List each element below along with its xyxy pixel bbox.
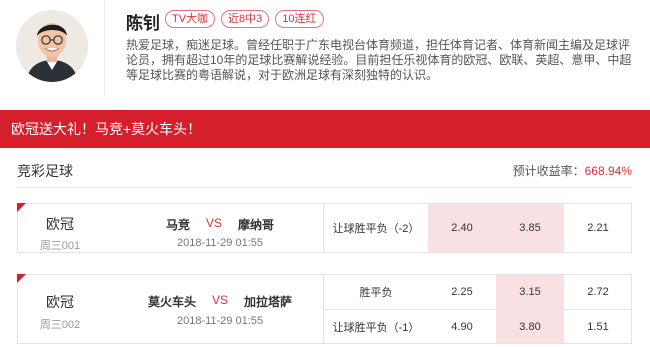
- odds-row: 让球胜平负（-1） 4.90 3.80 1.51: [324, 309, 632, 343]
- odds-row: 胜平负 2.25 3.15 2.72: [324, 275, 632, 309]
- vs-label: VS: [205, 216, 222, 230]
- odds-draw[interactable]: 3.80: [496, 310, 564, 343]
- section-title: 竞彩足球: [17, 163, 73, 179]
- home-team[interactable]: 马竞: [166, 216, 190, 233]
- avatar: [16, 10, 88, 82]
- play-type: 胜平负: [359, 287, 393, 299]
- corner-flag-icon: [17, 274, 26, 283]
- odds-away[interactable]: 2.72: [564, 275, 632, 309]
- match-card: 欧冠 周三001 马竞 VS 摩纳哥 2018-11-29 01:55 让球胜平…: [17, 203, 632, 253]
- match-time: 2018-11-29 01:55: [176, 315, 264, 327]
- odds-home[interactable]: 2.40: [428, 204, 496, 252]
- odds-away[interactable]: 2.21: [564, 204, 632, 252]
- section-divider: [17, 187, 632, 188]
- home-team[interactable]: 莫火车头: [148, 293, 196, 310]
- league-name: 欧冠: [46, 294, 74, 310]
- profile-divider: [104, 0, 105, 96]
- odds-table: 让球胜平负（-2） 2.40 3.85 2.21: [323, 204, 632, 252]
- odds-draw[interactable]: 3.85: [496, 204, 564, 252]
- odds-row: 让球胜平负（-2） 2.40 3.85 2.21: [324, 204, 632, 252]
- away-team[interactable]: 摩纳哥: [238, 216, 274, 233]
- badge-tv: TV大咖: [165, 10, 216, 28]
- odds-table: 胜平负 2.25 3.15 2.72 让球胜平负（-1） 4.90 3.80 1…: [323, 275, 632, 343]
- away-team[interactable]: 加拉塔萨: [244, 293, 292, 310]
- match-number: 周三001: [39, 240, 81, 252]
- avatar-portrait-icon: [16, 10, 88, 82]
- badge-win-streak: 10连红: [275, 10, 324, 28]
- badge-list: TV大咖 近8中3 10连红: [165, 10, 324, 28]
- expected-return-label: 预计收益率：: [512, 164, 585, 178]
- odds-away[interactable]: 1.51: [564, 310, 632, 343]
- promo-banner[interactable]: 欧冠送大礼！马竞+莫火车头！: [0, 110, 650, 148]
- play-type: 让球胜平负（-1）: [332, 321, 420, 334]
- match-number: 周三002: [39, 319, 81, 331]
- match-teams: 莫火车头 VS 加拉塔萨: [118, 293, 322, 310]
- match-time: 2018-11-29 01:55: [176, 237, 264, 249]
- expert-bio: 热爱足球，痴迷足球。曾经任职于广东电视台体育频道，担任体育记者、体育新闻主编及足…: [126, 38, 632, 82]
- league-name: 欧冠: [46, 216, 74, 232]
- badge-recent-record: 近8中3: [221, 10, 270, 28]
- play-type: 让球胜平负（-2）: [332, 223, 420, 235]
- expert-name: 陈钊: [126, 14, 160, 33]
- match-card: 欧冠 周三002 莫火车头 VS 加拉塔萨 2018-11-29 01:55 胜…: [17, 274, 632, 344]
- match-teams: 马竞 VS 摩纳哥: [118, 216, 322, 233]
- expected-return: 预计收益率：668.94%: [513, 162, 632, 179]
- expected-return-value: 668.94%: [584, 164, 632, 178]
- corner-flag-icon: [17, 203, 26, 212]
- odds-draw[interactable]: 3.15: [496, 275, 564, 309]
- odds-home[interactable]: 2.25: [428, 275, 496, 309]
- vs-label: VS: [211, 293, 228, 307]
- odds-home[interactable]: 4.90: [428, 310, 496, 343]
